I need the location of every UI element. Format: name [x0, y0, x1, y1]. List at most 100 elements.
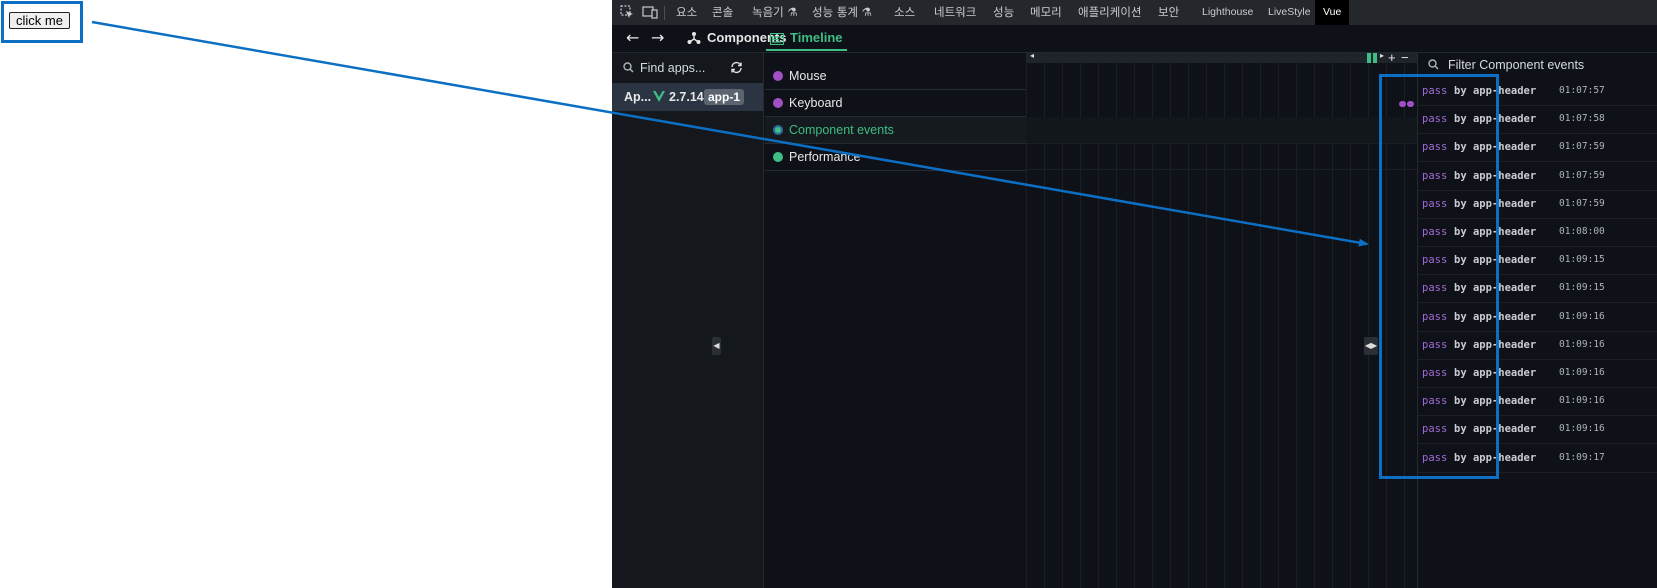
tab-performance[interactable]: 성능 [993, 0, 1014, 25]
component-events-track[interactable] [1026, 117, 1417, 143]
layer-label: Mouse [789, 69, 827, 83]
event-row[interactable]: pass by app-header 01:07:59 [1418, 190, 1657, 219]
event-type: pass [1422, 254, 1448, 267]
layer-mouse[interactable]: Mouse [765, 63, 1026, 90]
search-icon [1428, 59, 1439, 70]
layer-performance[interactable]: Performance [765, 144, 1026, 171]
tab-application[interactable]: 애플리케이션 [1078, 0, 1141, 25]
event-row[interactable]: pass by app-header 01:09:16 [1418, 303, 1657, 332]
refresh-icon[interactable] [730, 61, 743, 74]
event-row[interactable]: pass by app-header 01:09:16 [1418, 415, 1657, 445]
event-time: 01:09:15 [1559, 282, 1605, 294]
event-time: 01:07:59 [1559, 169, 1605, 181]
event-type: pass [1422, 310, 1448, 323]
timeline-canvas[interactable]: ◂ ▸ + − [1026, 51, 1418, 588]
scroll-left-icon[interactable]: ◂ [1030, 51, 1034, 60]
event-row[interactable]: pass by app-header 01:08:00 [1418, 218, 1657, 247]
event-row[interactable]: pass by app-header 01:09:16 [1418, 359, 1657, 388]
event-source: by app-header [1454, 367, 1537, 379]
event-row[interactable]: pass by app-header 01:09:15 [1418, 246, 1657, 276]
event-row[interactable]: pass by app-header 01:07:59 [1418, 133, 1657, 163]
tab-recorder[interactable]: 녹음기 ⚗ [752, 0, 798, 25]
event-row[interactable]: pass by app-header 01:09:15 [1418, 274, 1657, 304]
tab-network[interactable]: 네트워크 [934, 0, 976, 25]
keyboard-event-marker[interactable] [1399, 101, 1406, 107]
event-type: pass [1422, 197, 1448, 210]
event-source: by app-header [1454, 254, 1537, 267]
event-row[interactable]: pass by app-header 01:09:16 [1418, 331, 1657, 360]
event-row[interactable]: pass by app-header 01:09:17 [1418, 444, 1657, 473]
tab-livestyle[interactable]: LiveStyle [1268, 0, 1311, 25]
event-type: pass [1422, 85, 1448, 97]
back-arrow-icon[interactable]: ← [626, 28, 639, 48]
webpage: click me [0, 0, 612, 588]
tab-sources[interactable]: 소스 [894, 0, 915, 25]
layer-label: Keyboard [789, 96, 843, 110]
event-source: by app-header [1454, 282, 1537, 295]
event-time: 01:07:57 [1559, 85, 1605, 96]
event-source: by app-header [1454, 141, 1537, 154]
layer-color-dot [773, 98, 783, 108]
inspect-element-icon[interactable] [620, 5, 634, 19]
button-highlight-box [1, 1, 83, 43]
filter-events-bar [1418, 53, 1657, 77]
tab-vue[interactable]: Vue [1315, 0, 1350, 25]
event-time: 01:09:16 [1559, 423, 1605, 435]
event-row[interactable]: pass by app-header 01:07:58 [1418, 105, 1657, 135]
device-toolbar-icon[interactable] [642, 5, 658, 19]
sidebar-collapse-handle[interactable]: ◀ [712, 337, 721, 355]
zoom-in-icon[interactable]: + [1388, 51, 1396, 65]
playhead-marker[interactable] [1367, 53, 1371, 63]
timeline-layers-list: Mouse Keyboard Component events Performa… [765, 53, 1027, 588]
event-type: pass [1422, 367, 1448, 379]
event-time: 01:07:59 [1559, 141, 1605, 153]
events-panel-collapse-handle[interactable]: ◀▶ [1364, 337, 1378, 355]
tab-console[interactable]: 콘솔 [712, 0, 733, 25]
event-source: by app-header [1454, 338, 1537, 351]
timeline-ruler[interactable]: ◂ ▸ + − [1026, 51, 1417, 65]
event-source: by app-header [1454, 226, 1537, 238]
tab-timeline-label: Timeline [790, 30, 843, 45]
layer-keyboard[interactable]: Keyboard [765, 90, 1026, 117]
event-time: 01:08:00 [1559, 226, 1605, 237]
tab-elements[interactable]: 요소 [676, 0, 697, 25]
event-time: 01:09:16 [1559, 310, 1605, 322]
app-list-item[interactable]: Ap... 2.7.14 app-1 [612, 83, 763, 111]
event-row[interactable]: pass by app-header 01:07:59 [1418, 162, 1657, 191]
tab-security[interactable]: 보안 [1158, 0, 1179, 25]
tab-timeline[interactable]: Timeline [766, 25, 847, 51]
event-type: pass [1422, 395, 1448, 408]
event-type: pass [1422, 338, 1448, 351]
vue-logo-icon [653, 91, 665, 102]
event-type: pass [1422, 141, 1448, 154]
tab-memory[interactable]: 메모리 [1030, 0, 1062, 25]
event-time: 01:07:59 [1559, 197, 1605, 209]
event-source: by app-header [1454, 169, 1537, 182]
keyboard-event-marker[interactable] [1407, 101, 1414, 107]
event-type: pass [1422, 113, 1448, 126]
tab-lighthouse[interactable]: Lighthouse [1202, 0, 1253, 25]
event-type: pass [1422, 423, 1448, 436]
event-row[interactable]: pass by app-header 01:09:16 [1418, 387, 1657, 417]
devtools-panel: 요소 콘솔 녹음기 ⚗ 성능 통계 ⚗ 소스 네트워크 성능 메모리 애플리케이… [612, 0, 1657, 588]
playhead-marker[interactable] [1373, 53, 1377, 63]
layer-component-events[interactable]: Component events [765, 117, 1026, 144]
tab-performance-insights[interactable]: 성능 통계 ⚗ [812, 0, 872, 25]
layer-label: Performance [789, 150, 861, 164]
app-id-badge: app-1 [704, 89, 745, 105]
event-row[interactable]: pass by app-header 01:07:57 [1418, 77, 1657, 106]
event-source: by app-header [1454, 310, 1537, 323]
event-source: by app-header [1454, 113, 1537, 126]
event-source: by app-header [1454, 423, 1537, 436]
find-apps-bar [612, 53, 763, 83]
event-time: 01:07:58 [1559, 113, 1605, 125]
event-type: pass [1422, 226, 1448, 238]
scroll-right-icon[interactable]: ▸ [1380, 51, 1384, 60]
component-events-panel: pass by app-header 01:07:57 pass by app-head… [1418, 53, 1657, 588]
event-type: pass [1422, 451, 1448, 464]
forward-arrow-icon[interactable]: → [651, 28, 664, 48]
find-apps-input[interactable] [640, 60, 730, 76]
event-type: pass [1422, 282, 1448, 295]
filter-events-input[interactable] [1448, 57, 1628, 73]
vue-toolbar: ← → Components Timeline [612, 25, 1657, 53]
